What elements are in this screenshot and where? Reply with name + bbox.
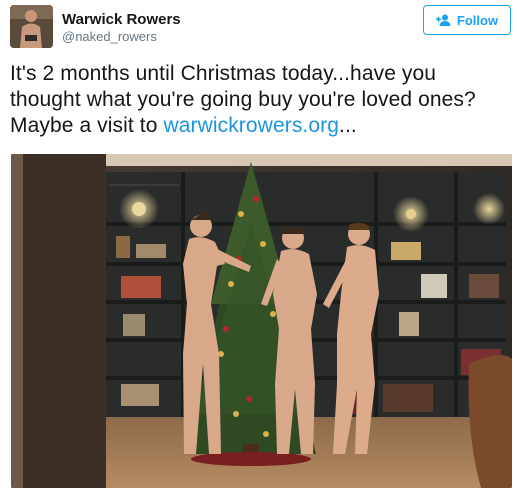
profile-photo-icon xyxy=(10,5,53,48)
follow-button[interactable]: Follow xyxy=(423,5,511,35)
tweet-photo[interactable] xyxy=(11,154,512,488)
follow-button-label: Follow xyxy=(456,12,499,28)
christmas-tree-photo-icon xyxy=(11,154,512,488)
author-avatar[interactable] xyxy=(10,5,53,48)
tweet-text: It's 2 months until Christmas today...ha… xyxy=(10,61,510,139)
author-display-name[interactable]: Warwick Rowers xyxy=(62,11,181,28)
tweet-link[interactable]: warwickrowers.org xyxy=(163,114,339,137)
tweet-text-ellipsis: ... xyxy=(339,114,357,137)
author-handle[interactable]: @naked_rowers xyxy=(62,29,157,44)
add-user-icon xyxy=(435,14,451,26)
